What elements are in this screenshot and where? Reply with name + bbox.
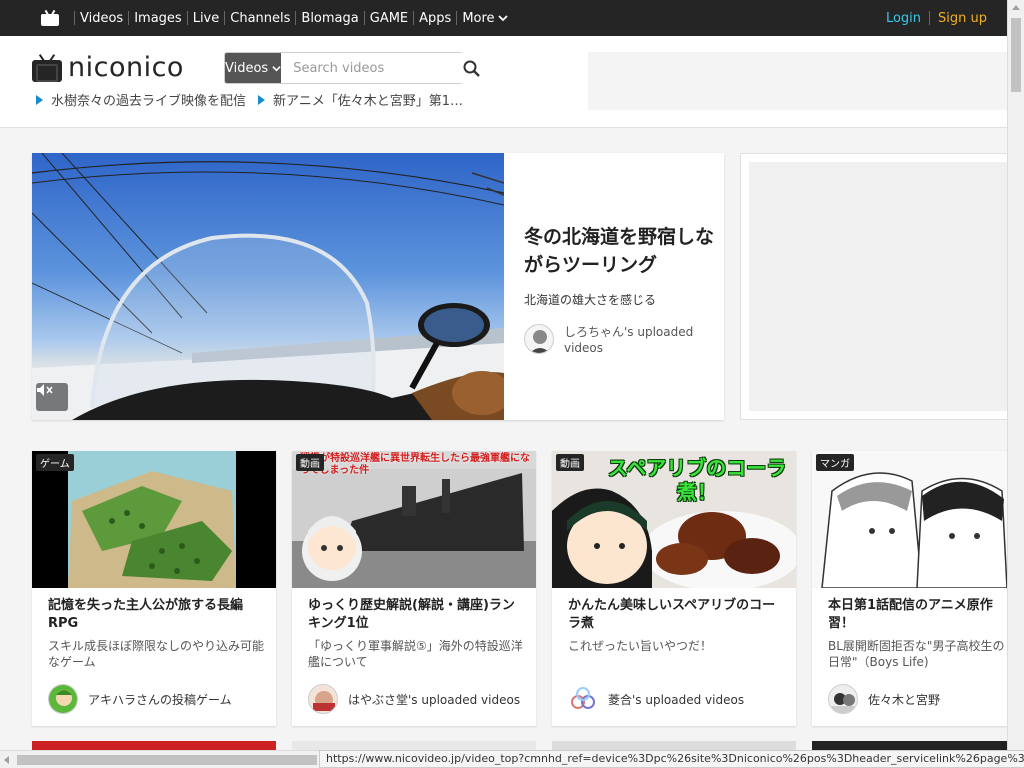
card-thumbnail[interactable]: ゲーム [32, 451, 276, 588]
site-header: niconico Videos 水樹奈々の過去ライブ映像を配信 新アニメ「佐々木… [0, 36, 1008, 128]
search-input[interactable] [281, 53, 464, 83]
card-title[interactable]: かんたん美味しいスペアリブのコーラ煮 [568, 597, 784, 633]
search-icon [463, 60, 481, 77]
manga-art-image [812, 451, 1012, 588]
nav-more[interactable]: More [462, 10, 508, 26]
featured-video-thumbnail[interactable] [32, 153, 504, 420]
content-card[interactable]: ゲーム 記憶を失った主人公が旅する長編RPG スキル成長ほぼ際限なしのやり込み可… [32, 451, 276, 726]
card-title[interactable]: ゆっくり歴史解説(解説・講座)ランキング1位 [308, 597, 524, 633]
content-card[interactable]: 戦艦が特設巡洋艦に異世界転生したら最強軍艦になってしまった件 動画 ゆっくり歴史… [292, 451, 536, 726]
card-owner[interactable]: 佐々木と宮野 [828, 684, 940, 714]
scroll-up-arrow-icon[interactable] [1012, 5, 1020, 10]
tv-logo-icon [32, 53, 62, 82]
card-thumbnail[interactable]: スペアリブのコーラ煮！ 動画 [552, 451, 796, 588]
top-navigation-bar: Videos Images Live Channels Blomaga GAME… [0, 0, 1007, 36]
ticker-item[interactable]: 新アニメ「佐々木と宮野」第1… [258, 90, 463, 109]
login-link[interactable]: Login [886, 11, 921, 26]
chevron-down-icon [497, 15, 508, 22]
ticker-text: 水樹奈々の過去ライブ映像を配信 [51, 94, 247, 109]
category-tag: ゲーム [36, 454, 74, 471]
nav-images[interactable]: Images [134, 11, 182, 26]
nav-divider [295, 11, 297, 25]
nav-divider [929, 11, 931, 25]
nav-live[interactable]: Live [193, 11, 220, 26]
card-thumbnail[interactable]: 戦艦が特設巡洋艦に異世界転生したら最強軍艦になってしまった件 動画 [292, 451, 536, 588]
play-arrow-icon [258, 94, 266, 105]
card-description: これぜったい旨いやつだ！ [568, 639, 713, 653]
avatar [48, 684, 78, 714]
scrollbar-thumb[interactable] [17, 755, 317, 765]
card-description: BL展開断固拒否な"男子高校生の日常"（Boys Life) [828, 639, 1005, 669]
avatar [524, 324, 554, 354]
thumbnail-caption: 戦艦が特設巡洋艦に異世界転生したら最強軍艦になってしまった件 [300, 453, 530, 476]
card-owner[interactable]: アキハラさんの投稿ゲーム [48, 684, 232, 714]
search-button[interactable] [463, 53, 481, 83]
featured-owner[interactable]: しろちゃん's uploaded videos [524, 324, 714, 356]
category-tag: 動画 [296, 454, 324, 471]
card-description: 「ゆっくり軍事解説⑤」海外の特設巡洋艦について [308, 639, 523, 669]
nav-divider [128, 11, 130, 25]
niconico-tv-icon[interactable] [41, 9, 59, 26]
logo-text: niconico [68, 52, 184, 83]
category-tag: マンガ [816, 454, 854, 471]
search-category-label: Videos [225, 60, 269, 76]
nav-game[interactable]: GAME [370, 11, 408, 26]
search-bar: Videos [224, 52, 481, 84]
side-ad-placeholder [740, 153, 1020, 420]
nav-divider [74, 11, 75, 25]
nav-channels[interactable]: Channels [230, 11, 290, 26]
nav-divider [186, 11, 188, 25]
avatar [308, 684, 338, 714]
vertical-scrollbar[interactable] [1007, 0, 1024, 750]
card-title[interactable]: 記憶を失った主人公が旅する長編RPG [48, 597, 264, 633]
content-card[interactable]: スペアリブのコーラ煮！ 動画 かんたん美味しいスペアリブのコーラ煮 これぜったい… [552, 451, 796, 726]
account-links: Login Sign up [886, 11, 987, 26]
nav-blomaga[interactable]: Blomaga [301, 11, 358, 26]
rpg-map-image [32, 451, 276, 588]
owner-name: はやぶさ堂's uploaded videos [348, 692, 521, 707]
owner-name: 佐々木と宮野 [868, 692, 941, 707]
owner-name: 菱合's uploaded videos [608, 692, 745, 707]
signup-link[interactable]: Sign up [938, 11, 987, 26]
niconico-logo[interactable]: niconico [32, 52, 184, 83]
search-category-select[interactable]: Videos [225, 53, 282, 83]
card-owner[interactable]: はやぶさ堂's uploaded videos [308, 684, 520, 714]
ticker-text: 新アニメ「佐々木と宮野」第1… [273, 94, 464, 109]
content-card[interactable]: マンガ 本日第1話配信のアニメ原作習！ BL展開断固拒否な"男子高校生の日常"（… [812, 451, 1012, 726]
motorcycle-scene-image [32, 153, 504, 420]
owner-name: しろちゃん's uploaded videos [564, 325, 694, 355]
nav-divider [456, 11, 458, 25]
featured-subtitle: 北海道の雄大さを感じる [524, 293, 657, 307]
thumbnail-caption: スペアリブのコーラ煮！ [607, 456, 787, 504]
category-tag: 動画 [556, 454, 584, 471]
nav-divider [413, 11, 415, 25]
avatar [828, 684, 858, 714]
featured-video-info: 冬の北海道を野宿しながらツーリング 北海道の雄大さを感じる しろちゃん's up… [524, 223, 714, 356]
ticker-item[interactable]: 水樹奈々の過去ライブ映像を配信 [36, 90, 246, 109]
featured-title[interactable]: 冬の北海道を野宿しながらツーリング [524, 223, 714, 279]
header-ad-placeholder [588, 52, 1008, 110]
nav-more-label: More [462, 10, 495, 26]
nav-divider [224, 11, 226, 25]
card-title[interactable]: 本日第1話配信のアニメ原作習！ [828, 597, 1012, 633]
featured-video[interactable]: 冬の北海道を野宿しながらツーリング 北海道の雄大さを感じる しろちゃん's up… [32, 153, 724, 420]
status-bar-url: https://www.nicovideo.jp/video_top?cmnhd… [319, 750, 1024, 768]
card-description: スキル成長ほぼ際限なしのやり込み可能なゲーム [48, 639, 265, 669]
card-owner[interactable]: 菱合's uploaded videos [568, 684, 744, 714]
play-arrow-icon [36, 94, 43, 105]
card-thumbnail[interactable]: マンガ [812, 451, 1012, 588]
nav-divider [363, 11, 365, 25]
scrollbar-thumb[interactable] [1011, 18, 1021, 92]
nav-apps[interactable]: Apps [419, 11, 451, 26]
news-tickers: 水樹奈々の過去ライブ映像を配信 新アニメ「佐々木と宮野」第1… [36, 90, 463, 109]
chevron-down-icon [272, 65, 281, 71]
owner-name: アキハラさんの投稿ゲーム [88, 692, 232, 707]
speaker-muted-icon [37, 384, 53, 396]
mute-button[interactable] [36, 383, 68, 411]
avatar [568, 684, 598, 714]
nav-videos[interactable]: Videos [80, 11, 123, 26]
scroll-left-arrow-icon[interactable] [4, 756, 9, 764]
